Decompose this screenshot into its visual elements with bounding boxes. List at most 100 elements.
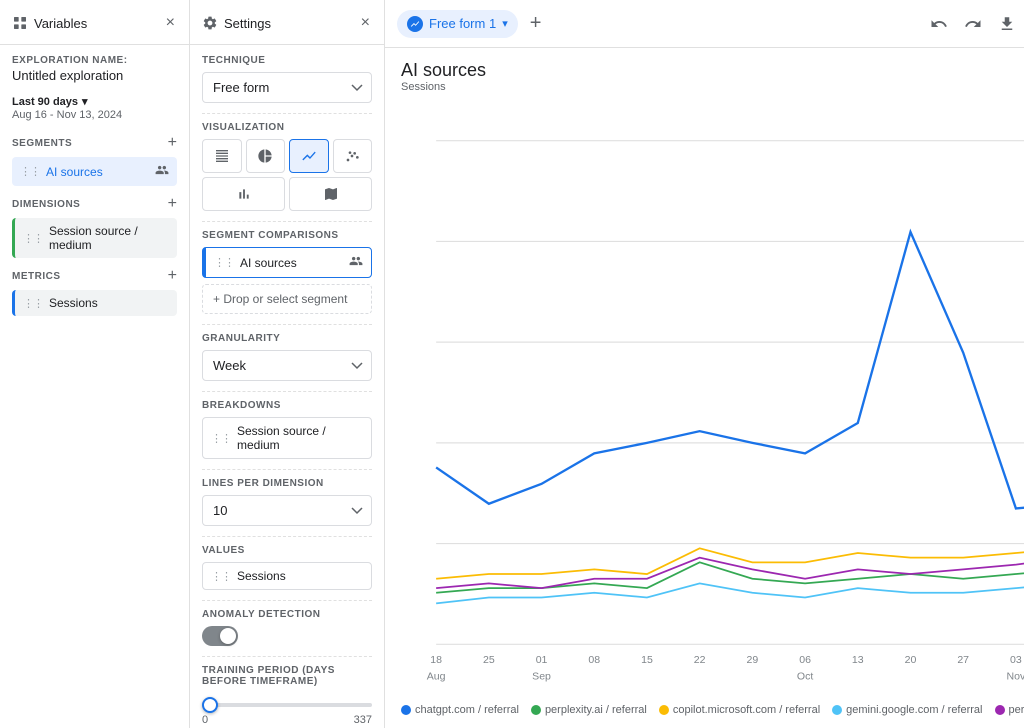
svg-text:15: 15	[641, 654, 653, 666]
segment-comparison-label: AI sources	[240, 256, 297, 270]
svg-text:03: 03	[1010, 654, 1022, 666]
viz-pie-button[interactable]	[246, 139, 286, 173]
variables-title: Variables	[12, 15, 87, 31]
metric-chip-sessions[interactable]: ⋮⋮ Sessions	[12, 290, 177, 316]
drag-handle-icon: ⋮⋮	[211, 570, 231, 583]
date-range-section[interactable]: Last 90 days ▾ Aug 16 - Nov 13, 2024	[12, 95, 177, 121]
visualization-label: VISUALIZATION	[202, 113, 372, 133]
segment-chip-ai-sources[interactable]: ⋮⋮ AI sources	[12, 157, 177, 186]
svg-text:13: 13	[852, 654, 864, 666]
values-label: VALUES	[202, 536, 372, 556]
settings-icon	[202, 15, 218, 31]
segments-label-text: SEGMENTS	[12, 138, 72, 149]
drop-segment-button[interactable]: + Drop or select segment	[202, 284, 372, 314]
segments-section-label: SEGMENTS +	[12, 135, 177, 151]
breakdown-item-label: Session source / medium	[237, 424, 363, 452]
date-range-sub: Aug 16 - Nov 13, 2024	[12, 109, 177, 121]
svg-text:20: 20	[905, 654, 917, 666]
technique-dropdown[interactable]: Free form	[202, 72, 372, 103]
svg-text:22: 22	[694, 654, 706, 666]
legend-dot-chatgpt	[401, 705, 411, 715]
legend-label-chatgpt: chatgpt.com / referral	[415, 704, 519, 716]
viz-table-button[interactable]	[202, 139, 242, 173]
legend-label-perplexity2: perplexity / m...	[1009, 704, 1024, 716]
tab-icon	[407, 16, 423, 32]
viz-options-row2	[202, 177, 372, 211]
variables-close-button[interactable]: ×	[164, 12, 177, 34]
add-segment-button[interactable]: +	[168, 135, 177, 151]
viz-line-button[interactable]	[289, 139, 329, 173]
anomaly-detection-label: ANOMALY DETECTION	[202, 600, 372, 620]
legend-dot-perplexity	[531, 705, 541, 715]
add-tab-button[interactable]: +	[526, 8, 546, 39]
download-button[interactable]	[994, 11, 1020, 37]
legend-label-gemini: gemini.google.com / referral	[846, 704, 982, 716]
chart-title: AI sources	[401, 60, 1024, 81]
svg-text:Aug: Aug	[427, 670, 446, 682]
svg-text:29: 29	[747, 654, 759, 666]
technique-label: TECHNIQUE	[202, 55, 372, 66]
settings-close-button[interactable]: ×	[359, 12, 372, 34]
svg-text:Sep: Sep	[532, 670, 551, 682]
granularity-label: GRANULARITY	[202, 324, 372, 344]
chart-panel: Free form 1 ▾ + ▾ AI sources Sessions	[385, 0, 1024, 728]
date-range-label[interactable]: Last 90 days ▾	[12, 95, 177, 108]
drag-handle-icon: ⋮⋮	[214, 256, 234, 269]
segment-comparisons-label: SEGMENT COMPARISONS	[202, 221, 372, 241]
tab-free-form-1[interactable]: Free form 1 ▾	[397, 10, 518, 38]
drag-handle-icon: ⋮⋮	[23, 232, 43, 245]
legend-item-gemini: gemini.google.com / referral	[832, 704, 982, 716]
lines-per-dim-label: LINES PER DIMENSION	[202, 469, 372, 489]
exploration-name: Untitled exploration	[12, 68, 177, 83]
drop-segment-label: + Drop or select segment	[213, 292, 347, 306]
add-dimension-button[interactable]: +	[168, 196, 177, 212]
granularity-dropdown[interactable]: Week	[202, 350, 372, 381]
legend-area: chatgpt.com / referral perplexity.ai / r…	[385, 696, 1024, 728]
variables-icon	[12, 15, 28, 31]
chart-area: 100 80 60 40 20 0 18 25 01 08 15 22 29 0…	[385, 97, 1024, 696]
segment-chip-label: AI sources	[46, 165, 103, 179]
anomaly-toggle[interactable]	[202, 626, 238, 646]
chart-svg: 100 80 60 40 20 0 18 25 01 08 15 22 29 0…	[401, 97, 1024, 688]
svg-text:27: 27	[957, 654, 969, 666]
metrics-label-text: METRICS	[12, 271, 61, 282]
tab-label: Free form 1	[429, 16, 496, 31]
settings-panel-header: Settings ×	[190, 0, 384, 45]
variables-panel: Variables × EXPLORATION NAME: Untitled e…	[0, 0, 190, 728]
legend-label-perplexity: perplexity.ai / referral	[545, 704, 647, 716]
training-period-slider-container	[202, 695, 372, 710]
variables-content: EXPLORATION NAME: Untitled exploration L…	[0, 45, 189, 728]
breakdowns-label: BREAKDOWNS	[202, 391, 372, 411]
training-period-slider[interactable]	[202, 703, 372, 707]
variables-panel-title: Variables	[34, 16, 87, 31]
svg-text:18: 18	[430, 654, 442, 666]
date-range-text: Last 90 days	[12, 96, 78, 108]
slider-max-label: 337	[354, 714, 372, 726]
date-chevron-icon: ▾	[82, 95, 88, 108]
dimension-chip-label: Session source / medium	[49, 224, 169, 252]
viz-map-button[interactable]	[289, 177, 372, 211]
legend-item-copilot: copilot.microsoft.com / referral	[659, 704, 820, 716]
metric-chip-label: Sessions	[49, 296, 98, 310]
svg-text:Nov: Nov	[1007, 670, 1024, 682]
chart-subtitle: Sessions	[401, 81, 1024, 93]
undo-button[interactable]	[926, 11, 952, 37]
lines-per-dim-dropdown[interactable]: 10	[202, 495, 372, 526]
dimension-chip-session-source[interactable]: ⋮⋮ Session source / medium	[12, 218, 177, 258]
values-sessions-item[interactable]: ⋮⋮ Sessions	[202, 562, 372, 590]
redo-button[interactable]	[960, 11, 986, 37]
drag-handle-icon: ⋮⋮	[20, 165, 40, 178]
chart-header: Free form 1 ▾ + ▾	[385, 0, 1024, 48]
breakdown-session-source[interactable]: ⋮⋮ Session source / medium	[202, 417, 372, 459]
settings-panel-title: Settings	[224, 16, 271, 31]
dimensions-label-text: DIMENSIONS	[12, 199, 80, 210]
add-metric-button[interactable]: +	[168, 268, 177, 284]
viz-scatter-button[interactable]	[333, 139, 373, 173]
viz-options-row1	[202, 139, 372, 173]
viz-bar-button[interactable]	[202, 177, 285, 211]
legend-item-chatgpt: chatgpt.com / referral	[401, 704, 519, 716]
segment-comparison-ai-sources[interactable]: ⋮⋮ AI sources	[202, 247, 372, 278]
header-actions: ▾	[926, 11, 1024, 37]
legend-dot-copilot	[659, 705, 669, 715]
legend-dot-perplexity2	[995, 705, 1005, 715]
